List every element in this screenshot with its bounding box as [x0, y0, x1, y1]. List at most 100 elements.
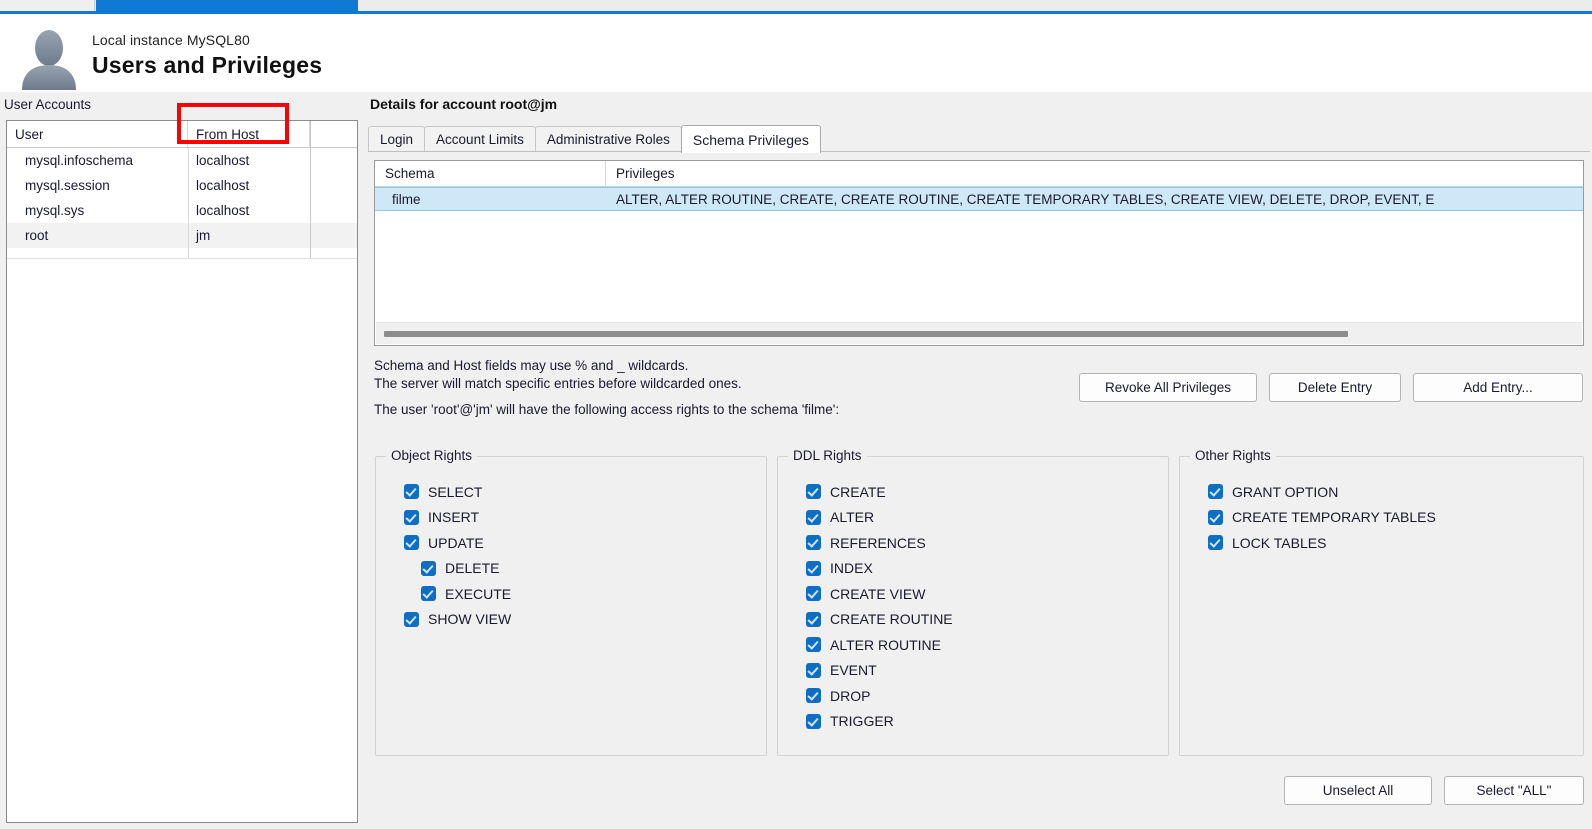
column-header-schema[interactable]: Schema: [375, 161, 606, 186]
checkbox-row[interactable]: CREATE TEMPORARY TABLES: [1208, 505, 1436, 531]
user-name-cell: mysql.infoschema: [25, 153, 134, 168]
checkbox-label: EVENT: [830, 662, 877, 679]
revoke-all-privileges-button[interactable]: Revoke All Privileges: [1079, 373, 1257, 402]
checkbox-label: INSERT: [428, 509, 480, 526]
checkbox-checked-icon[interactable]: [1208, 535, 1223, 551]
user-avatar-icon: [12, 28, 86, 90]
checkbox-row[interactable]: REFERENCES: [806, 530, 953, 556]
tab-account-limits[interactable]: Account Limits: [424, 126, 536, 152]
checkbox-checked-icon[interactable]: [404, 535, 419, 551]
checkbox-checked-icon[interactable]: [806, 611, 821, 627]
editor-tab-strip: [0, 0, 1592, 14]
checkbox-row[interactable]: DROP: [806, 683, 953, 709]
checkbox-checked-icon[interactable]: [1208, 484, 1223, 500]
column-header-user[interactable]: User: [7, 121, 188, 147]
user-grid-body: mysql.infoschema localhost mysql.session lo…: [7, 148, 357, 248]
object-rights-legend: Object Rights: [386, 448, 478, 463]
checkbox-row[interactable]: UPDATE: [404, 530, 511, 556]
delete-entry-button[interactable]: Delete Entry: [1269, 373, 1401, 402]
checkbox-row[interactable]: ALTER ROUTINE: [806, 632, 953, 658]
checkbox-checked-icon[interactable]: [421, 586, 436, 602]
checkbox-checked-icon[interactable]: [806, 509, 821, 525]
checkbox-checked-icon[interactable]: [1208, 509, 1223, 525]
checkbox-checked-icon[interactable]: [806, 688, 821, 704]
schema-cell: filme: [392, 191, 421, 207]
checkbox-label: CREATE: [830, 483, 886, 500]
checkbox-row[interactable]: DELETE: [404, 556, 511, 582]
user-host-cell: localhost: [196, 203, 250, 218]
details-tab-bar: Login Account Limits Administrative Roles S…: [368, 125, 1590, 153]
tab-active-administration[interactable]: [96, 0, 358, 11]
checkbox-label: CREATE TEMPORARY TABLES: [1232, 509, 1436, 526]
column-header-privileges[interactable]: Privileges: [606, 166, 1583, 181]
checkbox-label: DELETE: [445, 560, 500, 577]
privileges-row[interactable]: filme ALTER, ALTER ROUTINE, CREATE, CREAT…: [375, 187, 1583, 211]
column-header-extra[interactable]: [310, 121, 357, 147]
checkbox-row[interactable]: CREATE ROUTINE: [806, 607, 953, 633]
unselect-all-button[interactable]: Unselect All: [1284, 776, 1432, 805]
checkbox-row[interactable]: SHOW VIEW: [404, 607, 511, 633]
help-text-access-rights: The user 'root'@'jm' will have the follo…: [374, 402, 840, 417]
checkbox-label: EXECUTE: [445, 585, 512, 602]
user-row[interactable]: mysql.session localhost: [7, 173, 357, 198]
checkbox-row[interactable]: EVENT: [806, 658, 953, 684]
checkbox-checked-icon[interactable]: [404, 509, 419, 525]
ddl-rights-group: DDL Rights CREATE ALTER REFERENCES INDEX CRE…: [777, 448, 1169, 756]
checkbox-checked-icon[interactable]: [806, 713, 821, 729]
checkbox-row[interactable]: CREATE: [806, 479, 953, 505]
checkbox-checked-icon[interactable]: [404, 484, 419, 500]
checkbox-row[interactable]: CREATE VIEW: [806, 581, 953, 607]
checkbox-label: CREATE ROUTINE: [830, 611, 953, 628]
checkbox-row[interactable]: LOCK TABLES: [1208, 530, 1436, 556]
schema-privileges-grid[interactable]: Schema Privileges filme ALTER, ALTER ROUT…: [374, 160, 1584, 346]
checkbox-checked-icon[interactable]: [806, 662, 821, 678]
privileges-grid-header: Schema Privileges: [375, 161, 1583, 187]
other-rights-list: GRANT OPTION CREATE TEMPORARY TABLES LOCK …: [1208, 479, 1436, 556]
checkbox-checked-icon[interactable]: [806, 535, 821, 551]
object-rights-group: Object Rights SELECT INSERT UPDATE DELETE EX…: [375, 448, 767, 756]
tab-login[interactable]: Login: [368, 126, 426, 152]
checkbox-checked-icon[interactable]: [421, 560, 436, 576]
add-entry-button[interactable]: Add Entry...: [1413, 373, 1583, 402]
checkbox-row[interactable]: EXECUTE: [404, 581, 511, 607]
page-header: Local instance MySQL80 Users and Privile…: [0, 14, 1592, 92]
user-row[interactable]: mysql.sys localhost: [7, 198, 357, 223]
other-rights-group: Other Rights GRANT OPTION CREATE TEMPORAR…: [1179, 448, 1584, 756]
checkbox-checked-icon[interactable]: [806, 637, 821, 653]
checkbox-row[interactable]: SELECT: [404, 479, 511, 505]
checkbox-label: CREATE VIEW: [830, 585, 926, 602]
tab-bar-divider: [368, 151, 1590, 152]
user-accounts-label: User Accounts: [4, 97, 92, 112]
select-all-button[interactable]: Select "ALL": [1444, 776, 1584, 805]
tab-schema-privileges[interactable]: Schema Privileges: [680, 125, 821, 153]
user-row[interactable]: mysql.infoschema localhost: [7, 148, 357, 173]
checkbox-row[interactable]: INDEX: [806, 556, 953, 582]
user-name-cell: mysql.session: [25, 178, 110, 193]
tab-inactive[interactable]: [0, 0, 95, 11]
privileges-horizontal-scrollbar[interactable]: [376, 322, 1582, 344]
user-row[interactable]: root jm: [7, 223, 357, 248]
tab-administrative-roles[interactable]: Administrative Roles: [534, 126, 682, 152]
column-header-from-host[interactable]: From Host: [188, 121, 310, 147]
ddl-rights-list: CREATE ALTER REFERENCES INDEX CREATE VIEW CRE…: [806, 479, 953, 734]
page-title: Users and Privileges: [92, 52, 323, 78]
checkbox-row[interactable]: TRIGGER: [806, 709, 953, 735]
user-accounts-grid[interactable]: User From Host mysql.infoschema localhost…: [6, 120, 358, 823]
checkbox-row[interactable]: GRANT OPTION: [1208, 479, 1436, 505]
user-grid-column-divider: [188, 148, 189, 258]
checkbox-label: ALTER: [830, 509, 875, 526]
scrollbar-thumb[interactable]: [384, 331, 1348, 337]
checkbox-checked-icon[interactable]: [404, 611, 419, 627]
checkbox-checked-icon[interactable]: [806, 484, 821, 500]
checkbox-label: INDEX: [830, 560, 873, 577]
help-text-wildcards: Schema and Host fields may use % and _ w…: [374, 358, 689, 373]
object-rights-list: SELECT INSERT UPDATE DELETE EXECUTE SHOW VIEW: [404, 479, 511, 632]
tab-strip-filler: [358, 0, 1592, 11]
checkbox-label: SHOW VIEW: [428, 611, 512, 628]
users-and-privileges-page: Local instance MySQL80 Users and Privile…: [0, 0, 1592, 829]
checkbox-row[interactable]: ALTER: [806, 505, 953, 531]
checkbox-checked-icon[interactable]: [806, 586, 821, 602]
checkbox-checked-icon[interactable]: [806, 560, 821, 576]
checkbox-label: LOCK TABLES: [1232, 534, 1327, 551]
checkbox-row[interactable]: INSERT: [404, 505, 511, 531]
